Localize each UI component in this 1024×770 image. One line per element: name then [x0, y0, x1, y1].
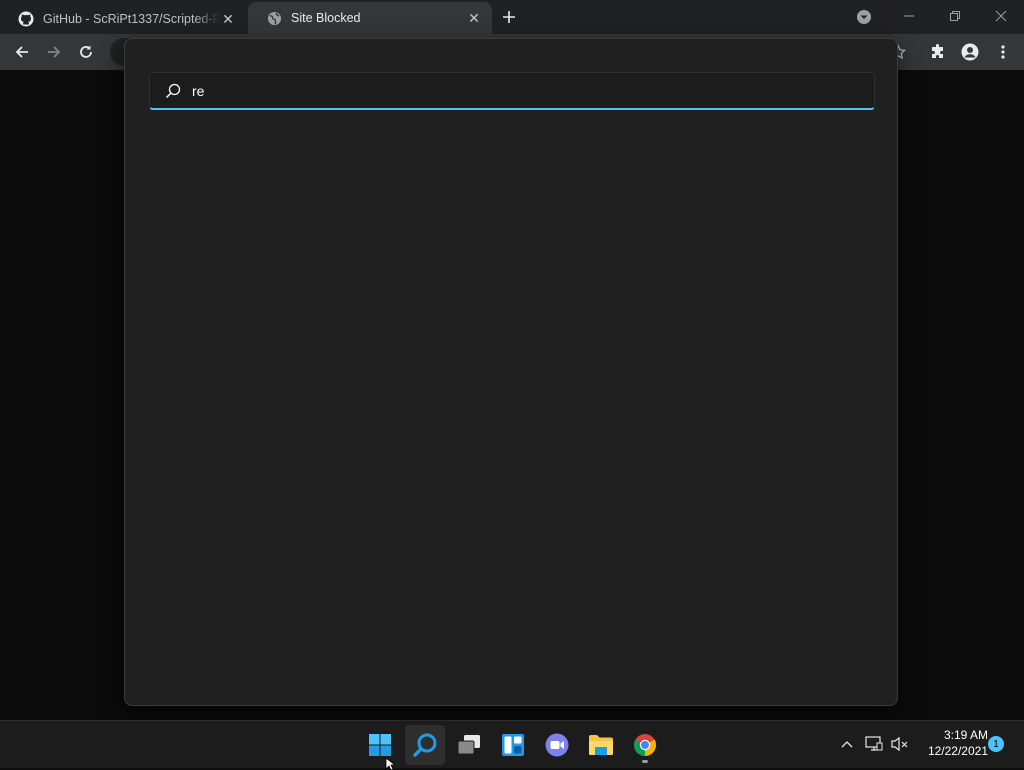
network-icon — [865, 736, 883, 751]
taskbar-clock[interactable]: 3:19 AM 12/22/2021 — [916, 727, 988, 759]
folder-icon — [589, 735, 613, 755]
minimize-icon — [904, 15, 914, 17]
search-box[interactable] — [149, 72, 875, 110]
chrome-icon — [634, 734, 656, 756]
tab-github[interactable]: GitHub - ScRiPt1337/Scripted-Ra ✕ — [0, 4, 246, 34]
teams-chat-icon — [545, 733, 569, 757]
show-hidden-icons-button[interactable] — [838, 735, 856, 753]
tab-title: Site Blocked — [291, 11, 361, 25]
task-view-icon — [457, 735, 480, 755]
puzzle-icon — [932, 44, 943, 58]
restore-icon — [950, 11, 960, 21]
github-icon — [18, 11, 34, 27]
forward-button[interactable] — [44, 42, 64, 62]
tab-search-button[interactable] — [856, 9, 872, 25]
search-icon — [413, 733, 437, 757]
browser-tab-strip: GitHub - ScRiPt1337/Scripted-Ra ✕ Site B… — [0, 0, 1024, 34]
widgets-button[interactable] — [493, 725, 533, 765]
reload-icon — [80, 45, 92, 58]
restore-button[interactable] — [944, 6, 966, 26]
clock-date: 12/22/2021 — [927, 744, 988, 758]
reload-button[interactable] — [76, 42, 96, 62]
chevron-down-icon — [857, 10, 871, 24]
notification-badge[interactable]: 1 — [988, 736, 1004, 752]
windows-start-icon — [369, 734, 391, 756]
profile-button[interactable] — [960, 42, 980, 62]
close-window-button[interactable] — [990, 6, 1012, 26]
file-explorer-button[interactable] — [581, 725, 621, 765]
close-icon — [995, 10, 1007, 22]
search-taskbar-button[interactable] — [405, 725, 445, 765]
globe-icon — [266, 10, 282, 26]
browser-menu-button[interactable] — [993, 42, 1013, 62]
chrome-button[interactable] — [625, 725, 665, 765]
kebab-menu-icon — [1001, 45, 1005, 59]
task-view-button[interactable] — [449, 725, 489, 765]
volume-tray-button[interactable] — [891, 735, 909, 753]
extensions-button[interactable] — [928, 42, 948, 62]
widgets-icon — [502, 734, 524, 756]
back-arrow-icon — [15, 46, 28, 58]
clock-time: 3:19 AM — [943, 728, 988, 742]
plus-icon — [503, 11, 515, 23]
search-icon — [164, 82, 182, 100]
avatar-icon — [961, 43, 979, 61]
taskbar — [0, 720, 1024, 768]
volume-muted-icon — [891, 736, 908, 752]
tab-site-blocked[interactable]: Site Blocked ✕ — [248, 2, 492, 34]
new-tab-button[interactable] — [498, 6, 520, 28]
search-flyout — [124, 38, 898, 706]
close-tab-icon[interactable]: ✕ — [220, 11, 236, 27]
running-indicator — [642, 760, 648, 763]
search-input[interactable] — [192, 75, 874, 106]
forward-arrow-icon — [48, 46, 61, 58]
chevron-up-icon — [841, 741, 853, 748]
back-button[interactable] — [12, 42, 32, 62]
chat-button[interactable] — [537, 725, 577, 765]
network-tray-button[interactable] — [865, 735, 883, 753]
minimize-button[interactable] — [898, 6, 920, 26]
mouse-cursor-icon — [385, 758, 395, 770]
tab-title: GitHub - ScRiPt1337/Scripted-Ra — [43, 12, 220, 26]
close-tab-icon[interactable]: ✕ — [466, 10, 482, 26]
